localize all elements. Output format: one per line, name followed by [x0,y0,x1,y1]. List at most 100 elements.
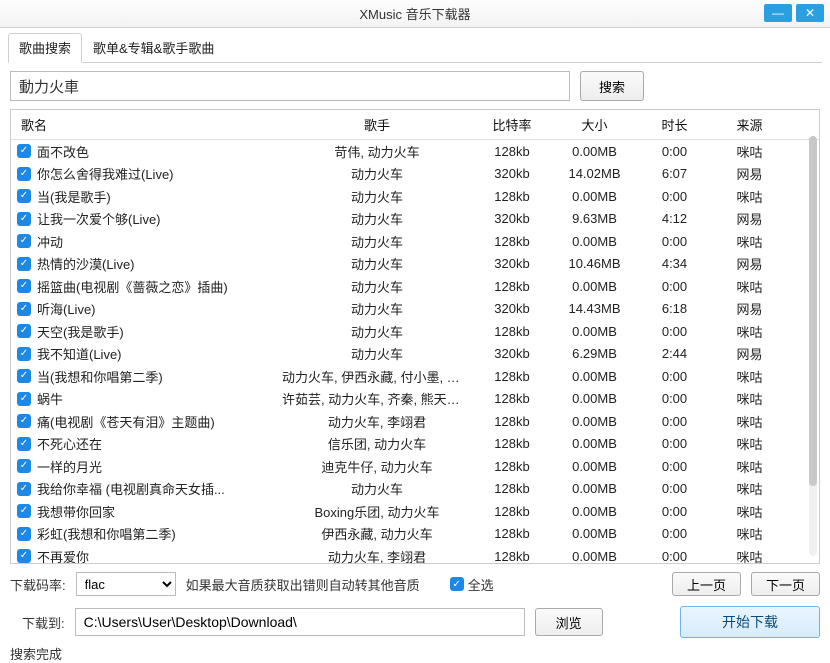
start-download-button[interactable]: 开始下载 [680,606,820,638]
table-row[interactable]: 听海(Live)动力火车320kb14.43MB6:18网易 [11,298,819,321]
row-checkbox[interactable] [17,414,31,428]
cell-size: 0.00MB [552,414,637,429]
table-row[interactable]: 你怎么舍得我难过(Live)动力火车320kb14.02MB6:07网易 [11,163,819,186]
controls-row: 下载码率: flac 如果最大音质获取出错则自动转其他音质 全选 上一页 下一页 [10,572,820,596]
cell-duration: 0:00 [637,504,712,519]
header-source[interactable]: 来源 [712,115,787,134]
cell-duration: 0:00 [637,234,712,249]
cell-source: 网易 [712,299,787,318]
cell-source: 咪咕 [712,187,787,206]
download-row: 下载到: 浏览 开始下载 [10,606,820,638]
table-row[interactable]: 让我一次爱个够(Live)动力火车320kb9.63MB4:12网易 [11,208,819,231]
row-checkbox[interactable] [17,369,31,383]
cell-artist: 迪克牛仔, 动力火车 [282,457,472,476]
cell-source: 咪咕 [712,367,787,386]
table-row[interactable]: 摇篮曲(电视剧《蔷薇之恋》插曲)动力火车128kb0.00MB0:00咪咕 [11,275,819,298]
row-checkbox[interactable] [17,167,31,181]
cell-source: 咪咕 [712,412,787,431]
cell-bitrate: 128kb [472,549,552,564]
cell-size: 0.00MB [552,504,637,519]
row-checkbox[interactable] [17,324,31,338]
table-row[interactable]: 不死心还在信乐团, 动力火车128kb0.00MB0:00咪咕 [11,433,819,456]
row-checkbox[interactable] [17,459,31,473]
cell-duration: 0:00 [637,549,712,564]
cell-bitrate: 128kb [472,279,552,294]
cell-source: 网易 [712,209,787,228]
table-row[interactable]: 我给你幸福 (电视剧真命天女插...动力火车128kb0.00MB0:00咪咕 [11,478,819,501]
table-row[interactable]: 彩虹(我想和你唱第二季)伊西永藏, 动力火车128kb0.00MB0:00咪咕 [11,523,819,546]
table-row[interactable]: 我不知道(Live)动力火车320kb6.29MB2:44网易 [11,343,819,366]
prev-page-button[interactable]: 上一页 [672,572,741,596]
search-button[interactable]: 搜索 [580,71,644,101]
search-input[interactable] [10,71,570,101]
cell-name: 天空(我是歌手) [37,322,282,341]
row-checkbox[interactable] [17,392,31,406]
tab-playlist[interactable]: 歌单&专辑&歌手歌曲 [82,33,225,63]
cell-artist: 动力火车 [282,187,472,206]
cell-source: 咪咕 [712,479,787,498]
table-row[interactable]: 不再爱你动力火车, 李翊君128kb0.00MB0:00咪咕 [11,545,819,564]
row-checkbox[interactable] [17,144,31,158]
quality-select[interactable]: flac [76,572,176,596]
cell-size: 0.00MB [552,279,637,294]
row-checkbox[interactable] [17,437,31,451]
table-row[interactable]: 当(我是歌手)动力火车128kb0.00MB0:00咪咕 [11,185,819,208]
cell-artist: Boxing乐团, 动力火车 [282,502,472,521]
cell-duration: 0:00 [637,526,712,541]
select-all-checkbox[interactable] [450,577,464,591]
header-duration[interactable]: 时长 [637,115,712,134]
browse-button[interactable]: 浏览 [535,608,603,636]
header-size[interactable]: 大小 [552,115,637,134]
cell-name: 当(我是歌手) [37,187,282,206]
cell-size: 0.00MB [552,526,637,541]
table-row[interactable]: 蜗牛许茹芸, 动力火车, 齐秦, 熊天平, ...128kb0.00MB0:00… [11,388,819,411]
minimize-button[interactable]: — [764,4,792,22]
cell-name: 热情的沙漠(Live) [37,254,282,273]
header-name[interactable]: 歌名 [17,115,282,134]
scrollbar-thumb[interactable] [809,136,817,486]
cell-duration: 4:34 [637,256,712,271]
cell-duration: 0:00 [637,324,712,339]
row-checkbox[interactable] [17,212,31,226]
cell-name: 我想带你回家 [37,502,282,521]
cell-size: 0.00MB [552,391,637,406]
cell-artist: 动力火车 [282,232,472,251]
row-checkbox[interactable] [17,234,31,248]
table-row[interactable]: 痛(电视剧《苍天有泪》主题曲)动力火车, 李翊君128kb0.00MB0:00咪… [11,410,819,433]
cell-bitrate: 128kb [472,234,552,249]
cell-artist: 动力火车 [282,299,472,318]
row-checkbox[interactable] [17,279,31,293]
cell-bitrate: 128kb [472,526,552,541]
row-checkbox[interactable] [17,549,31,563]
cell-bitrate: 128kb [472,324,552,339]
header-bitrate[interactable]: 比特率 [472,115,552,134]
table-row[interactable]: 天空(我是歌手)动力火车128kb0.00MB0:00咪咕 [11,320,819,343]
scrollbar[interactable] [809,136,817,556]
row-checkbox[interactable] [17,257,31,271]
tab-song-search[interactable]: 歌曲搜索 [8,33,82,63]
download-path-input[interactable] [75,608,525,636]
table-row[interactable]: 冲动动力火车128kb0.00MB0:00咪咕 [11,230,819,253]
cell-source: 网易 [712,254,787,273]
cell-name: 我不知道(Live) [37,344,282,363]
row-checkbox[interactable] [17,302,31,316]
row-checkbox[interactable] [17,482,31,496]
cell-bitrate: 320kb [472,346,552,361]
row-checkbox[interactable] [17,347,31,361]
table-row[interactable]: 我想带你回家Boxing乐团, 动力火车128kb0.00MB0:00咪咕 [11,500,819,523]
close-button[interactable]: ✕ [796,4,824,22]
table-header: 歌名 歌手 比特率 大小 时长 来源 [11,110,819,140]
window-controls: — ✕ [764,4,824,22]
table-row[interactable]: 一样的月光迪克牛仔, 动力火车128kb0.00MB0:00咪咕 [11,455,819,478]
next-page-button[interactable]: 下一页 [751,572,820,596]
cell-source: 咪咕 [712,457,787,476]
row-checkbox[interactable] [17,504,31,518]
cell-bitrate: 128kb [472,144,552,159]
row-checkbox[interactable] [17,189,31,203]
table-row[interactable]: 热情的沙漠(Live)动力火车320kb10.46MB4:34网易 [11,253,819,276]
table-row[interactable]: 面不改色苛伟, 动力火车128kb0.00MB0:00咪咕 [11,140,819,163]
table-row[interactable]: 当(我想和你唱第二季)动力火车, 伊西永藏, 付小墨, 彝蒙...128kb0.… [11,365,819,388]
header-artist[interactable]: 歌手 [282,115,472,134]
row-checkbox[interactable] [17,527,31,541]
quality-label: 下载码率: [10,575,66,594]
